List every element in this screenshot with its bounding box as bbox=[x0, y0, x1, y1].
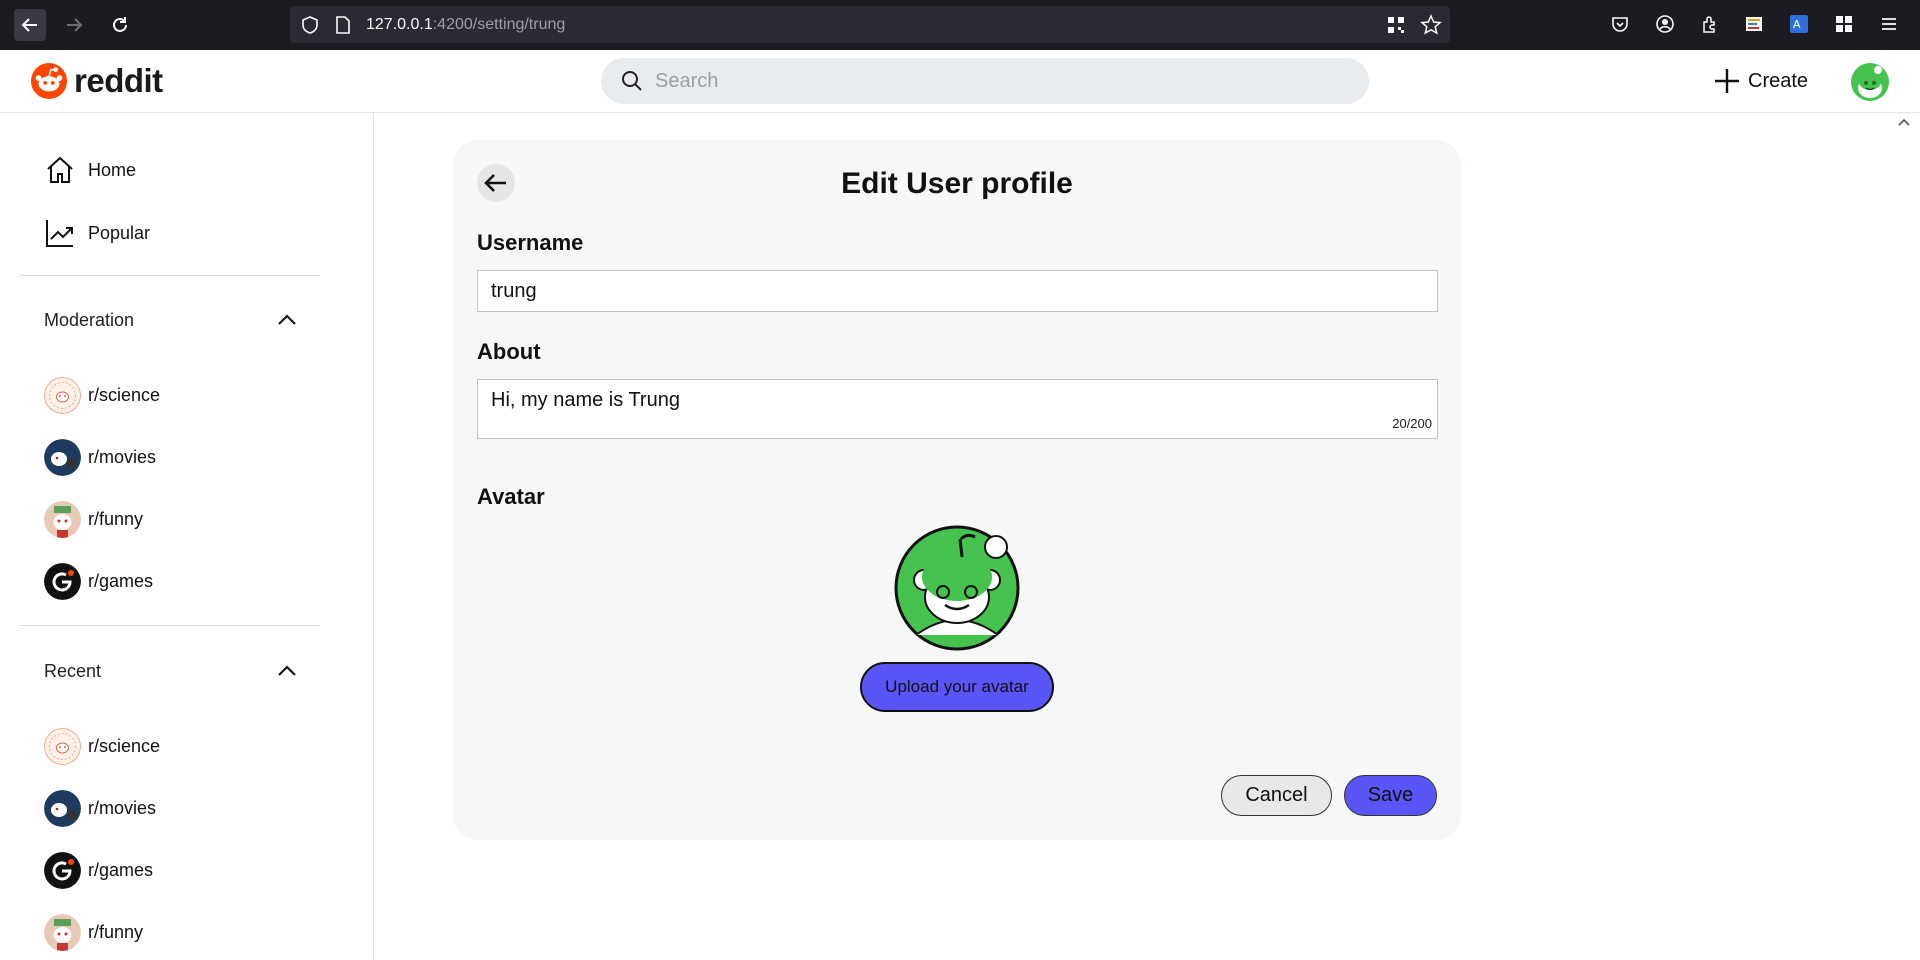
funny-community-icon bbox=[44, 913, 81, 951]
community-label: r/funny bbox=[88, 508, 144, 529]
sidebar-item-science[interactable]: r/science bbox=[44, 727, 160, 765]
about-field[interactable]: Hi, my name is Trung bbox=[478, 380, 1437, 438]
sidebar-divider bbox=[20, 275, 320, 276]
sidebar-item-movies[interactable]: r/movies bbox=[44, 789, 156, 827]
recent-section-toggle[interactable]: Recent bbox=[44, 656, 298, 686]
home-icon bbox=[47, 156, 73, 183]
chevron-up-icon bbox=[278, 314, 296, 325]
create-button[interactable]: Create bbox=[1712, 64, 1808, 98]
community-label: r/funny bbox=[88, 921, 144, 942]
about-field-wrapper: Hi, my name is Trung 20/200 bbox=[477, 379, 1438, 439]
sidebar-divider bbox=[20, 625, 320, 626]
browser-toolbar: 127.0.0.1:4200/setting/trung A bbox=[0, 0, 1920, 50]
moderation-title: Moderation bbox=[44, 309, 135, 330]
account-icon[interactable] bbox=[1654, 13, 1676, 35]
plus-icon bbox=[1715, 69, 1739, 93]
cancel-button[interactable]: Cancel bbox=[1221, 775, 1332, 816]
browser-reload-button[interactable] bbox=[104, 9, 136, 41]
logo-text: reddit bbox=[74, 62, 163, 99]
reload-icon bbox=[113, 17, 127, 32]
page-title: Edit User profile bbox=[841, 167, 1073, 200]
about-label: About bbox=[477, 339, 541, 364]
browser-forward-button[interactable] bbox=[58, 9, 90, 41]
extensions-icon[interactable] bbox=[1699, 13, 1721, 35]
notes-extension-icon[interactable] bbox=[1743, 13, 1765, 35]
community-label: r/science bbox=[88, 384, 161, 405]
url-path: :4200/setting/trung bbox=[432, 16, 566, 33]
trending-icon bbox=[46, 220, 73, 247]
sidebar-item-home[interactable]: Home bbox=[44, 152, 136, 188]
avatar-label: Avatar bbox=[477, 484, 545, 509]
community-label: r/movies bbox=[88, 446, 157, 467]
chevron-up-icon bbox=[278, 665, 296, 676]
movies-community-icon bbox=[44, 438, 81, 476]
app-header: reddit Create bbox=[0, 50, 1920, 113]
address-bar[interactable]: 127.0.0.1:4200/setting/trung bbox=[290, 6, 1450, 43]
pocket-icon[interactable] bbox=[1609, 13, 1631, 35]
url-text: 127.0.0.1:4200/setting/trung bbox=[366, 16, 565, 34]
about-char-count: 20/200 bbox=[1392, 416, 1432, 431]
sidebar-item-label: Popular bbox=[88, 222, 151, 243]
moderation-section-toggle[interactable]: Moderation bbox=[44, 305, 298, 335]
recent-title: Recent bbox=[44, 660, 102, 681]
arrow-left-icon bbox=[21, 18, 37, 32]
username-label: Username bbox=[477, 230, 584, 255]
sidebar-item-popular[interactable]: Popular bbox=[44, 215, 150, 251]
apps-icon[interactable] bbox=[1833, 13, 1855, 35]
create-label: Create bbox=[1748, 69, 1809, 92]
arrow-right-icon bbox=[67, 18, 83, 32]
search-bar[interactable] bbox=[601, 58, 1369, 104]
games-community-icon bbox=[44, 562, 81, 600]
reddit-logo[interactable]: reddit bbox=[30, 62, 163, 100]
community-label: r/games bbox=[88, 570, 154, 591]
star-icon[interactable] bbox=[1420, 14, 1442, 36]
sidebar-item-games[interactable]: r/games bbox=[44, 562, 153, 600]
science-community-icon bbox=[44, 376, 81, 414]
menu-icon[interactable] bbox=[1878, 13, 1900, 35]
science-community-icon bbox=[44, 727, 81, 765]
sidebar-item-label: Home bbox=[88, 159, 137, 180]
search-icon bbox=[622, 71, 642, 91]
sidebar-item-science[interactable]: r/science bbox=[44, 376, 160, 414]
community-label: r/games bbox=[88, 859, 154, 880]
page-icon bbox=[336, 16, 350, 34]
qr-code-icon[interactable] bbox=[1386, 15, 1406, 35]
sidebar-item-funny[interactable]: r/funny bbox=[44, 500, 143, 538]
shield-icon[interactable] bbox=[300, 15, 320, 35]
url-host: 127.0.0.1 bbox=[366, 16, 433, 33]
sidebar-item-games[interactable]: r/games bbox=[44, 851, 153, 889]
svg-text:A: A bbox=[1793, 18, 1801, 31]
edit-profile-card: Edit User profile Username About Hi, my … bbox=[453, 140, 1461, 840]
left-sidebar: Home Popular Moderation r/science r/movi… bbox=[0, 113, 374, 960]
username-field[interactable] bbox=[477, 270, 1438, 312]
search-input[interactable] bbox=[655, 58, 1355, 104]
games-community-icon bbox=[44, 851, 81, 889]
browser-back-button[interactable] bbox=[14, 9, 46, 41]
avatar-preview bbox=[894, 525, 1020, 651]
community-label: r/movies bbox=[88, 797, 157, 818]
reddit-snoo-icon bbox=[30, 62, 68, 100]
translate-icon[interactable]: A bbox=[1788, 13, 1810, 35]
sidebar-item-funny[interactable]: r/funny bbox=[44, 913, 143, 951]
upload-avatar-button[interactable]: Upload your avatar bbox=[860, 662, 1054, 712]
funny-community-icon bbox=[44, 500, 81, 538]
movies-community-icon bbox=[44, 789, 81, 827]
sidebar-item-movies[interactable]: r/movies bbox=[44, 438, 156, 476]
save-button[interactable]: Save bbox=[1344, 775, 1437, 816]
community-label: r/science bbox=[88, 735, 161, 756]
scroll-up-arrow-icon[interactable] bbox=[1896, 114, 1912, 130]
user-avatar[interactable] bbox=[1850, 62, 1890, 102]
